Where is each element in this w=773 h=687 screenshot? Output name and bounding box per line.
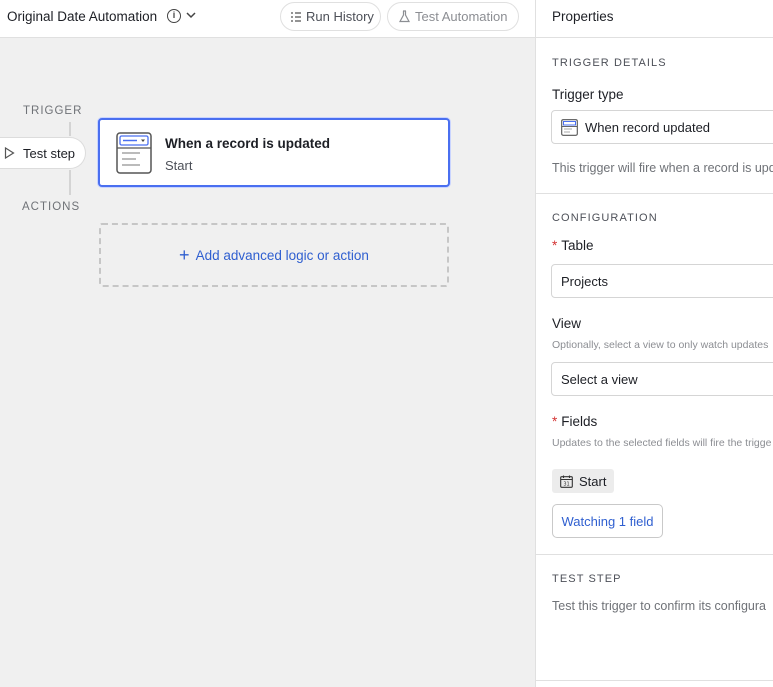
test-automation-button[interactable]: Test Automation [387, 2, 519, 31]
list-icon [291, 11, 301, 22]
test-step-description: Test this trigger to confirm its configu… [552, 599, 766, 613]
properties-panel: Properties TRIGGER DETAILS Trigger type … [535, 0, 773, 687]
divider [536, 680, 773, 681]
record-form-icon [561, 118, 578, 136]
info-icon[interactable]: i [167, 9, 181, 23]
trigger-type-select[interactable]: When record updated [551, 110, 773, 144]
trigger-description: This trigger will fire when a record is … [552, 161, 773, 175]
view-select[interactable]: Select a view [551, 362, 773, 396]
divider [536, 193, 773, 194]
test-automation-label: Test Automation [415, 9, 508, 24]
actions-section-label: ACTIONS [22, 201, 81, 213]
fields-hint: Updates to the selected fields will fire… [552, 437, 772, 449]
play-icon [4, 147, 15, 159]
automation-canvas: Original Date Automation i Run History T… [0, 0, 535, 687]
required-marker: * [552, 238, 558, 253]
field-chip-label: Start [579, 473, 607, 489]
calendar-icon: 31 [560, 475, 573, 488]
watching-fields-button[interactable]: Watching 1 field [552, 504, 663, 538]
record-form-icon [116, 132, 152, 174]
trigger-type-label: Trigger type [552, 87, 624, 102]
trigger-section-label: TRIGGER [23, 105, 83, 117]
view-hint: Optionally, select a view to only watch … [552, 339, 769, 351]
fields-label: * Fields [552, 414, 597, 429]
connector-line [69, 170, 71, 195]
divider [536, 554, 773, 555]
table-label: * Table [552, 238, 594, 253]
trigger-details-heading: TRIGGER DETAILS [552, 57, 667, 69]
properties-title: Properties [552, 9, 614, 24]
run-history-label: Run History [306, 9, 374, 24]
flask-icon [398, 10, 411, 23]
trigger-node-subtitle: Start [165, 158, 193, 173]
view-label: View [552, 316, 582, 331]
add-action-label: Add advanced logic or action [195, 247, 369, 263]
test-step-button[interactable]: Test step [0, 137, 86, 169]
table-value: Projects [561, 273, 608, 289]
svg-text:31: 31 [563, 481, 569, 487]
trigger-node-title: When a record is updated [165, 136, 331, 151]
run-history-button[interactable]: Run History [280, 2, 381, 31]
configuration-heading: CONFIGURATION [552, 212, 658, 224]
connector-line [69, 122, 71, 136]
view-placeholder: Select a view [561, 371, 638, 387]
properties-header: Properties [536, 0, 773, 38]
top-bar: Original Date Automation i Run History T… [0, 0, 535, 38]
field-chip: 31 Start [552, 469, 615, 493]
table-label-text: Table [561, 238, 594, 253]
automation-name[interactable]: Original Date Automation [7, 9, 157, 24]
table-select[interactable]: Projects [551, 264, 773, 298]
required-marker: * [552, 414, 558, 429]
test-step-label: Test step [23, 145, 76, 161]
add-action-button[interactable]: + Add advanced logic or action [99, 223, 449, 287]
trigger-type-value: When record updated [585, 119, 711, 135]
test-step-heading: TEST STEP [552, 573, 622, 585]
trigger-node[interactable]: When a record is updated Start [98, 118, 450, 187]
chevron-down-icon[interactable] [185, 9, 197, 21]
fields-label-text: Fields [561, 414, 598, 429]
plus-icon: + [179, 245, 190, 265]
